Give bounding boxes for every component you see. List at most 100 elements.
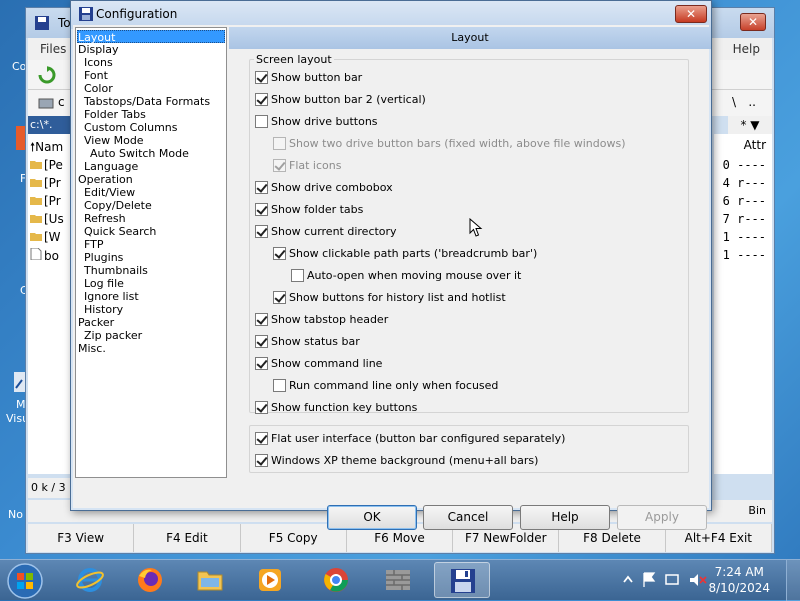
taskbar-media-player[interactable] xyxy=(242,562,298,598)
file-row[interactable]: [Pr xyxy=(30,194,61,212)
taskbar-firewall[interactable] xyxy=(370,562,426,598)
checkmark-icon[interactable] xyxy=(255,313,268,326)
tree-item-history[interactable]: History xyxy=(84,303,123,316)
checkbox-empty-icon[interactable] xyxy=(291,269,304,282)
taskbar-total-commander[interactable] xyxy=(434,562,490,598)
ok-button[interactable]: OK xyxy=(327,505,417,530)
tree-item-language[interactable]: Language xyxy=(84,160,138,173)
show-desktop-button[interactable] xyxy=(786,560,800,601)
option-show-tabstop-header-checkbox[interactable]: Show tabstop header xyxy=(255,312,388,328)
f3-view-button[interactable]: F3 View xyxy=(28,524,135,552)
tc-close-button[interactable]: ✕ xyxy=(740,13,766,31)
option-show-current-directory-checkbox[interactable]: Show current directory xyxy=(255,224,397,240)
taskbar-firefox[interactable] xyxy=(122,562,178,598)
file-row-attr[interactable]: 1 ---- xyxy=(723,248,766,266)
option-auto-open-when-moving-mouse-over-it-checkbox[interactable]: Auto-open when moving mouse over it xyxy=(291,268,521,284)
tree-item-thumbnails[interactable]: Thumbnails xyxy=(84,264,148,277)
system-clock[interactable]: 7:24 AM 8/10/2024 xyxy=(708,564,770,596)
file-row-attr[interactable]: 4 r--- xyxy=(723,176,766,194)
refresh-icon[interactable] xyxy=(38,66,56,84)
drive-combobox[interactable]: c xyxy=(58,95,65,109)
menu-files[interactable]: Files xyxy=(40,42,66,56)
menu-help[interactable]: Help xyxy=(733,42,760,56)
column-header-name[interactable]: 🠕Nam xyxy=(30,138,63,159)
f4-edit-button[interactable]: F4 Edit xyxy=(134,524,241,552)
desktop-label[interactable]: No xyxy=(8,508,23,521)
tree-item-view-mode[interactable]: View Mode xyxy=(84,134,144,147)
tree-item-copy-delete[interactable]: Copy/Delete xyxy=(84,199,152,212)
option-show-button-bar-checkbox[interactable]: Show button bar xyxy=(255,70,362,86)
option-flat-user-interface-button-bar-configure-checkbox[interactable]: Flat user interface (button bar configur… xyxy=(255,431,565,447)
right-file-pane[interactable]: Attr 0 ---- 4 r--- 6 r--- 7 r--- 1 ---- … xyxy=(714,134,772,474)
taskbar-explorer[interactable] xyxy=(182,562,238,598)
dialog-close-button[interactable]: ✕ xyxy=(675,5,707,23)
checkmark-icon[interactable] xyxy=(255,71,268,84)
file-row-attr[interactable]: 1 ---- xyxy=(723,230,766,248)
tree-item-font[interactable]: Font xyxy=(84,69,108,82)
option-show-two-drive-button-bars-fixed-width-a-checkbox[interactable]: Show two drive button bars (fixed width,… xyxy=(273,136,625,152)
tree-item-packer[interactable]: Packer xyxy=(78,316,114,329)
checkmark-icon[interactable] xyxy=(255,225,268,238)
tree-item-layout[interactable]: Layout xyxy=(77,30,225,44)
taskbar-internet-explorer[interactable] xyxy=(62,562,118,598)
left-file-pane[interactable]: 🠕Nam [Pe [Pr [Pr [Us [W bo xyxy=(28,134,72,474)
file-row[interactable]: [W xyxy=(30,230,61,248)
tree-item-plugins[interactable]: Plugins xyxy=(84,251,123,264)
checkbox-empty-icon[interactable] xyxy=(273,137,286,150)
parent-button[interactable]: .. xyxy=(748,95,756,109)
checkmark-icon[interactable] xyxy=(273,159,286,172)
checkmark-icon[interactable] xyxy=(255,454,268,467)
tree-item-folder-tabs[interactable]: Folder Tabs xyxy=(84,108,146,121)
checkmark-icon[interactable] xyxy=(255,181,268,194)
tree-item-display[interactable]: Display xyxy=(78,43,119,56)
checkmark-icon[interactable] xyxy=(255,357,268,370)
tree-item-ignore-list[interactable]: Ignore list xyxy=(84,290,139,303)
option-show-buttons-for-history-list-and-hotlis-checkbox[interactable]: Show buttons for history list and hotlis… xyxy=(273,290,506,306)
tree-item-auto-switch-mode[interactable]: Auto Switch Mode xyxy=(90,147,189,160)
checkmark-icon[interactable] xyxy=(255,335,268,348)
start-button-icon[interactable] xyxy=(6,562,44,600)
checkmark-icon[interactable] xyxy=(273,247,286,260)
cancel-button[interactable]: Cancel xyxy=(423,505,513,530)
option-windows-xp-theme-background-menu-all-bar-checkbox[interactable]: Windows XP theme background (menu+all ba… xyxy=(255,453,538,469)
file-row[interactable]: [Pe xyxy=(30,158,63,176)
option-show-folder-tabs-checkbox[interactable]: Show folder tabs xyxy=(255,202,363,218)
checkmark-icon[interactable] xyxy=(255,401,268,414)
tree-item-quick-search[interactable]: Quick Search xyxy=(84,225,156,238)
left-path-bar[interactable]: c:\*. xyxy=(28,116,72,134)
option-show-button-bar-2-vertical-checkbox[interactable]: Show button bar 2 (vertical) xyxy=(255,92,426,108)
help-button[interactable]: Help xyxy=(520,505,610,530)
right-path-bar[interactable]: * ▼ xyxy=(728,116,772,134)
file-row[interactable]: bo xyxy=(30,247,59,266)
tree-item-refresh[interactable]: Refresh xyxy=(84,212,126,225)
option-show-drive-buttons-checkbox[interactable]: Show drive buttons xyxy=(255,114,378,130)
checkmark-icon[interactable] xyxy=(273,291,286,304)
root-button[interactable]: \ xyxy=(732,95,736,109)
tree-item-custom-columns[interactable]: Custom Columns xyxy=(84,121,178,134)
tree-item-tabstops-data-formats[interactable]: Tabstops/Data Formats xyxy=(84,95,210,108)
file-row-attr[interactable]: 6 r--- xyxy=(723,194,766,212)
option-show-command-line-checkbox[interactable]: Show command line xyxy=(255,356,382,372)
file-row[interactable]: [Pr xyxy=(30,176,61,194)
taskbar-chrome[interactable] xyxy=(308,562,364,598)
file-row-attr[interactable]: 0 ---- xyxy=(723,158,766,176)
option-show-clickable-path-parts-breadcrumb-bar-checkbox[interactable]: Show clickable path parts ('breadcrumb b… xyxy=(273,246,537,262)
option-show-status-bar-checkbox[interactable]: Show status bar xyxy=(255,334,360,350)
column-header-attr[interactable]: Attr xyxy=(744,138,766,152)
file-row-attr[interactable]: 7 r--- xyxy=(723,212,766,230)
tree-item-icons[interactable]: Icons xyxy=(84,56,113,69)
tree-item-color[interactable]: Color xyxy=(84,82,113,95)
checkmark-icon[interactable] xyxy=(255,203,268,216)
option-show-drive-combobox-checkbox[interactable]: Show drive combobox xyxy=(255,180,393,196)
tree-item-ftp[interactable]: FTP xyxy=(84,238,104,251)
file-row[interactable]: [Us xyxy=(30,212,64,230)
checkmark-icon[interactable] xyxy=(255,93,268,106)
apply-button[interactable]: Apply xyxy=(617,505,707,530)
option-run-command-line-only-when-focused-checkbox[interactable]: Run command line only when focused xyxy=(273,378,498,394)
tree-item-log-file[interactable]: Log file xyxy=(84,277,124,290)
option-show-function-key-buttons-checkbox[interactable]: Show function key buttons xyxy=(255,400,417,416)
option-flat-icons-checkbox[interactable]: Flat icons xyxy=(273,158,341,174)
tree-item-misc[interactable]: Misc. xyxy=(78,342,106,355)
tree-item-operation[interactable]: Operation xyxy=(78,173,133,186)
checkbox-empty-icon[interactable] xyxy=(273,379,286,392)
